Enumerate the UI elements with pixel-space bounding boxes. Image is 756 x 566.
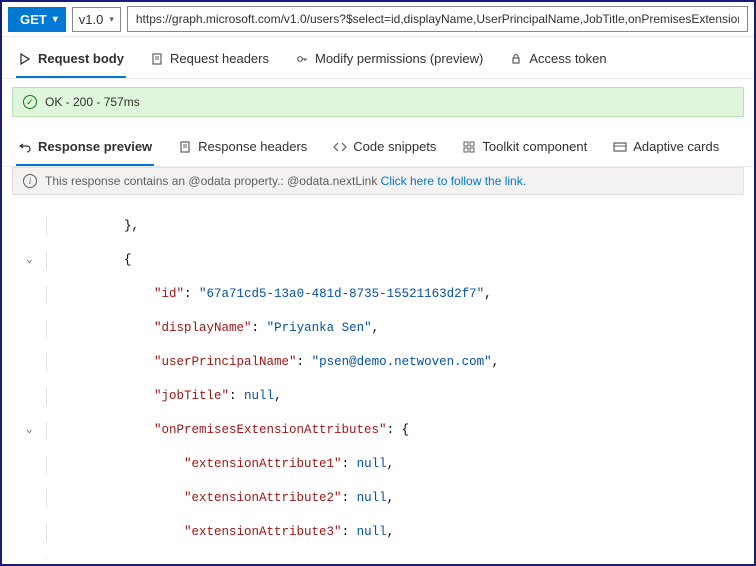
json-line: ⌄ {	[12, 252, 744, 269]
json-line: ⌄ "onPremisesExtensionAttributes": {	[12, 422, 744, 439]
tab-label: Response preview	[38, 139, 152, 154]
tab-label: Response headers	[198, 139, 307, 154]
json-line: "userPrincipalName": "psen@demo.netwoven…	[12, 354, 744, 371]
tab-adaptive-cards[interactable]: Adaptive cards	[611, 133, 721, 166]
json-line: "jobTitle": null,	[12, 388, 744, 405]
json-line: "extensionAttribute3": null,	[12, 524, 744, 541]
fold-toggle-icon[interactable]: ⌄	[26, 252, 33, 269]
json-line: "extensionAttribute1": null,	[12, 456, 744, 473]
odata-info-bar: i This response contains an @odata prope…	[12, 167, 744, 195]
tab-label: Toolkit component	[482, 139, 587, 154]
request-url-input[interactable]	[127, 6, 748, 32]
json-line: "id": "67a71cd5-13a0-481d-8735-15521163d…	[12, 286, 744, 303]
json-line: "extensionAttribute4": null,	[12, 558, 744, 559]
tab-label: Adaptive cards	[633, 139, 719, 154]
success-icon: ✓	[23, 95, 37, 109]
response-json-viewer[interactable]: }, ⌄ { "id": "67a71cd5-13a0-481d-8735-15…	[12, 199, 744, 559]
tab-code-snippets[interactable]: Code snippets	[331, 133, 438, 166]
key-icon	[295, 52, 309, 66]
tab-label: Access token	[529, 51, 606, 66]
response-tabs: Response preview Response headers Code s…	[2, 125, 754, 167]
api-version-dropdown[interactable]: v1.0 ▾	[72, 7, 121, 32]
status-text: OK - 200 - 757ms	[45, 95, 140, 109]
tab-response-preview[interactable]: Response preview	[16, 133, 154, 166]
info-text: This response contains an @odata propert…	[45, 174, 526, 188]
lock-icon	[509, 52, 523, 66]
tab-request-body[interactable]: Request body	[16, 45, 126, 78]
fold-toggle-icon[interactable]: ⌄	[26, 422, 33, 439]
http-method-dropdown[interactable]: GET ▾	[8, 7, 66, 32]
json-line: "displayName": "Priyanka Sen",	[12, 320, 744, 337]
tab-label: Request headers	[170, 51, 269, 66]
status-bar: ✓ OK - 200 - 757ms	[12, 87, 744, 117]
tab-modify-permissions[interactable]: Modify permissions (preview)	[293, 45, 485, 78]
json-line: "extensionAttribute2": null,	[12, 490, 744, 507]
tab-label: Modify permissions (preview)	[315, 51, 483, 66]
request-tabs: Request body Request headers Modify perm…	[2, 37, 754, 79]
chevron-down-icon: ▾	[53, 14, 58, 25]
tab-request-headers[interactable]: Request headers	[148, 45, 271, 78]
follow-link[interactable]: Click here to follow the link.	[381, 174, 526, 188]
query-toolbar: GET ▾ v1.0 ▾	[2, 2, 754, 37]
component-icon	[462, 140, 476, 154]
http-method-label: GET	[20, 12, 47, 27]
tab-toolkit-component[interactable]: Toolkit component	[460, 133, 589, 166]
chevron-down-icon: ▾	[109, 14, 114, 25]
undo-icon	[18, 140, 32, 154]
tab-response-headers[interactable]: Response headers	[176, 133, 309, 166]
tab-label: Request body	[38, 51, 124, 66]
card-icon	[613, 140, 627, 154]
info-prefix: This response contains an @odata propert…	[45, 174, 381, 188]
tab-label: Code snippets	[353, 139, 436, 154]
info-icon: i	[23, 174, 37, 188]
play-icon	[18, 52, 32, 66]
document-icon	[150, 52, 164, 66]
code-icon	[333, 140, 347, 154]
api-version-label: v1.0	[79, 12, 104, 27]
document-icon	[178, 140, 192, 154]
tab-access-token[interactable]: Access token	[507, 45, 608, 78]
json-line: },	[12, 218, 744, 235]
